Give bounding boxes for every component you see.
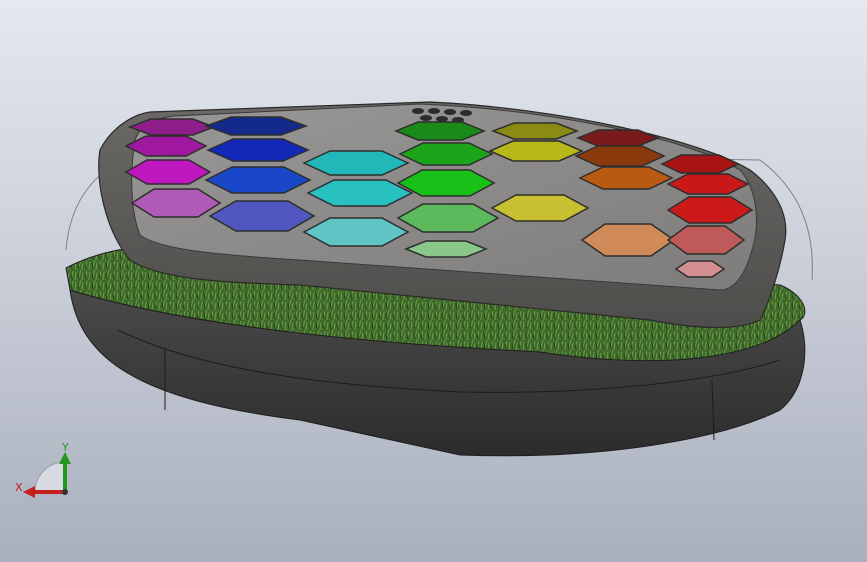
color-cell	[403, 240, 489, 258]
color-cell	[127, 118, 217, 136]
model-render[interactable]	[0, 0, 867, 562]
triad-quarter-disc	[34, 461, 66, 493]
y-axis-label: Y	[62, 441, 69, 454]
coordinate-triad: Y X	[10, 440, 80, 510]
x-axis-label: X	[15, 481, 23, 494]
graphics-viewport[interactable]: Y X	[0, 0, 867, 562]
color-cell	[490, 122, 580, 140]
color-cell	[575, 129, 661, 147]
color-cell	[674, 260, 726, 278]
